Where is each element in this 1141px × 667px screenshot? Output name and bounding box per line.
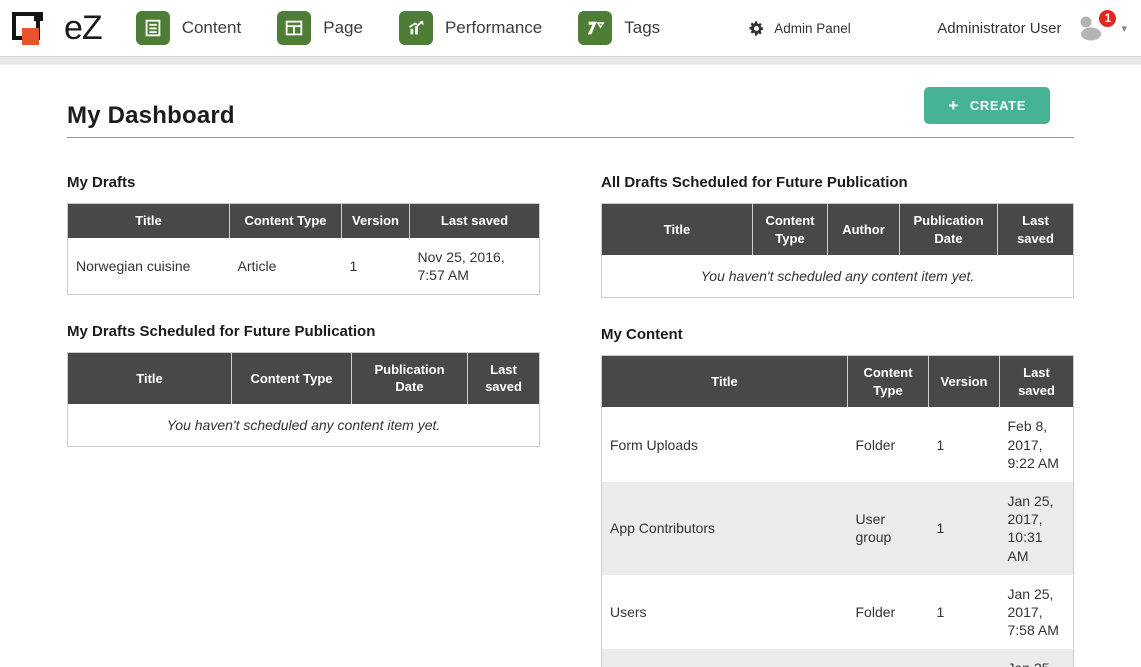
- nav-label-page: Page: [323, 18, 363, 38]
- empty-row: You haven't scheduled any content item y…: [68, 404, 540, 447]
- table-cell: Form Uploads: [602, 407, 848, 482]
- nav-item-tags[interactable]: Tags: [578, 11, 660, 45]
- table-cell: App Contributors: [602, 482, 848, 575]
- table-row[interactable]: UsersFolder1Jan 25, 2017, 7:58 AM: [602, 575, 1074, 650]
- table-header-row: TitleContent TypePublication DateLast sa…: [68, 352, 540, 404]
- logo-orange-square: [22, 28, 39, 45]
- nav-label-performance: Performance: [445, 18, 542, 38]
- table-row[interactable]: Norwegian cuisineArticle1Nov 25, 2016, 7…: [68, 238, 540, 295]
- table-cell: Nov 25, 2016, 7:57 AM: [410, 238, 540, 295]
- ez-logo[interactable]: eZ: [10, 6, 102, 50]
- my-content-section: My Content TitleContent TypeVersionLast …: [601, 326, 1073, 667]
- table-cell: 1: [929, 482, 1000, 575]
- column-header: Last saved: [410, 204, 540, 238]
- main-nav: Content Page Performance Tags: [136, 11, 697, 45]
- avatar[interactable]: 1: [1075, 15, 1105, 42]
- table-row[interactable]: App ContributorsUser group1Jan 25, 2017,…: [602, 482, 1074, 575]
- performance-icon: [399, 11, 433, 45]
- column-header: Publication Date: [352, 352, 468, 404]
- my-drafts-title: My Drafts: [67, 174, 539, 191]
- gear-icon: [748, 20, 765, 37]
- header-divider-band: [0, 57, 1141, 65]
- all-drafts-scheduled-section: All Drafts Scheduled for Future Publicat…: [601, 174, 1073, 298]
- admin-panel-button[interactable]: Admin Panel: [748, 20, 851, 37]
- left-column: My Drafts TitleContent TypeVersionLast s…: [67, 174, 539, 667]
- table-cell: Jan 25, 2017, 7:58 AM: [1000, 575, 1074, 650]
- column-header: Title: [602, 356, 848, 408]
- notification-badge[interactable]: 1: [1097, 8, 1118, 29]
- column-header: Last saved: [998, 204, 1074, 256]
- nav-item-performance[interactable]: Performance: [399, 11, 542, 45]
- table-cell: User group: [848, 482, 929, 575]
- nav-label-content: Content: [182, 18, 242, 38]
- plus-icon: +: [948, 97, 959, 114]
- table-cell: Feb 8, 2017, 9:22 AM: [1000, 407, 1074, 482]
- table-cell: 1: [929, 407, 1000, 482]
- empty-row: You haven't scheduled any content item y…: [602, 255, 1074, 298]
- my-drafts-scheduled-section: My Drafts Scheduled for Future Publicati…: [67, 323, 539, 447]
- column-header: Content Type: [232, 352, 352, 404]
- user-menu[interactable]: Administrator User 1 ▾: [937, 15, 1127, 42]
- nav-item-content[interactable]: Content: [136, 11, 242, 45]
- my-content-title: My Content: [601, 326, 1073, 343]
- page-header: My Dashboard + CREATE: [67, 87, 1074, 138]
- column-header: Title: [68, 204, 230, 238]
- my-drafts-scheduled-table: TitleContent TypePublication DateLast sa…: [67, 352, 540, 447]
- column-header: Version: [929, 356, 1000, 408]
- my-drafts-section: My Drafts TitleContent TypeVersionLast s…: [67, 174, 539, 295]
- column-header: Author: [828, 204, 900, 256]
- table-header-row: TitleContent TypeVersionLast saved: [602, 356, 1074, 408]
- my-drafts-scheduled-title: My Drafts Scheduled for Future Publicati…: [67, 323, 539, 340]
- table-cell: Jan 25, 2017, 10:31 AM: [1000, 482, 1074, 575]
- column-header: Publication Date: [900, 204, 998, 256]
- nav-label-tags: Tags: [624, 18, 660, 38]
- page-icon: [277, 11, 311, 45]
- table-cell: 1: [342, 238, 410, 295]
- table-cell: Article: [230, 238, 342, 295]
- page-title: My Dashboard: [67, 102, 235, 130]
- table-row[interactable]: AppFolder1Jan 25, 2017, 7:55 AM: [602, 649, 1074, 667]
- table-row[interactable]: Form UploadsFolder1Feb 8, 2017, 9:22 AM: [602, 407, 1074, 482]
- column-header: Content Type: [753, 204, 828, 256]
- table-cell: Folder: [848, 407, 929, 482]
- content-icon: [136, 11, 170, 45]
- ez-logo-icon: [10, 6, 56, 50]
- create-button-label: CREATE: [970, 98, 1026, 113]
- chevron-down-icon[interactable]: ▾: [1121, 22, 1127, 35]
- table-cell: Jan 25, 2017, 7:55 AM: [1000, 649, 1074, 667]
- column-header: Last saved: [468, 352, 540, 404]
- table-cell: Folder: [848, 649, 929, 667]
- table-cell: Folder: [848, 575, 929, 650]
- column-header: Title: [68, 352, 232, 404]
- table-header-row: TitleContent TypeAuthorPublication DateL…: [602, 204, 1074, 256]
- table-cell: App: [602, 649, 848, 667]
- dashboard-content: My Dashboard + CREATE My Drafts TitleCon…: [0, 65, 1141, 667]
- table-cell: 1: [929, 649, 1000, 667]
- column-header: Content Type: [848, 356, 929, 408]
- all-drafts-scheduled-table: TitleContent TypeAuthorPublication DateL…: [601, 203, 1074, 298]
- table-cell: Norwegian cuisine: [68, 238, 230, 295]
- top-bar: eZ Content Page Performance Tags: [0, 0, 1141, 57]
- table-cell: Users: [602, 575, 848, 650]
- column-header: Content Type: [230, 204, 342, 238]
- right-column: All Drafts Scheduled for Future Publicat…: [601, 174, 1073, 667]
- column-header: Last saved: [1000, 356, 1074, 408]
- nav-item-page[interactable]: Page: [277, 11, 363, 45]
- my-content-table: TitleContent TypeVersionLast savedForm U…: [601, 355, 1074, 667]
- my-drafts-table: TitleContent TypeVersionLast savedNorweg…: [67, 203, 540, 295]
- create-button[interactable]: + CREATE: [924, 87, 1050, 124]
- tags-icon: [578, 11, 612, 45]
- empty-message: You haven't scheduled any content item y…: [68, 404, 540, 447]
- table-header-row: TitleContent TypeVersionLast saved: [68, 204, 540, 238]
- empty-message: You haven't scheduled any content item y…: [602, 255, 1074, 298]
- admin-panel-label: Admin Panel: [774, 21, 851, 36]
- column-header: Version: [342, 204, 410, 238]
- all-drafts-scheduled-title: All Drafts Scheduled for Future Publicat…: [601, 174, 1073, 191]
- logo-notch-square: [34, 12, 43, 21]
- column-header: Title: [602, 204, 753, 256]
- table-cell: 1: [929, 575, 1000, 650]
- logo-text: eZ: [64, 9, 102, 48]
- user-name: Administrator User: [937, 20, 1061, 37]
- dashboard-columns: My Drafts TitleContent TypeVersionLast s…: [67, 174, 1074, 667]
